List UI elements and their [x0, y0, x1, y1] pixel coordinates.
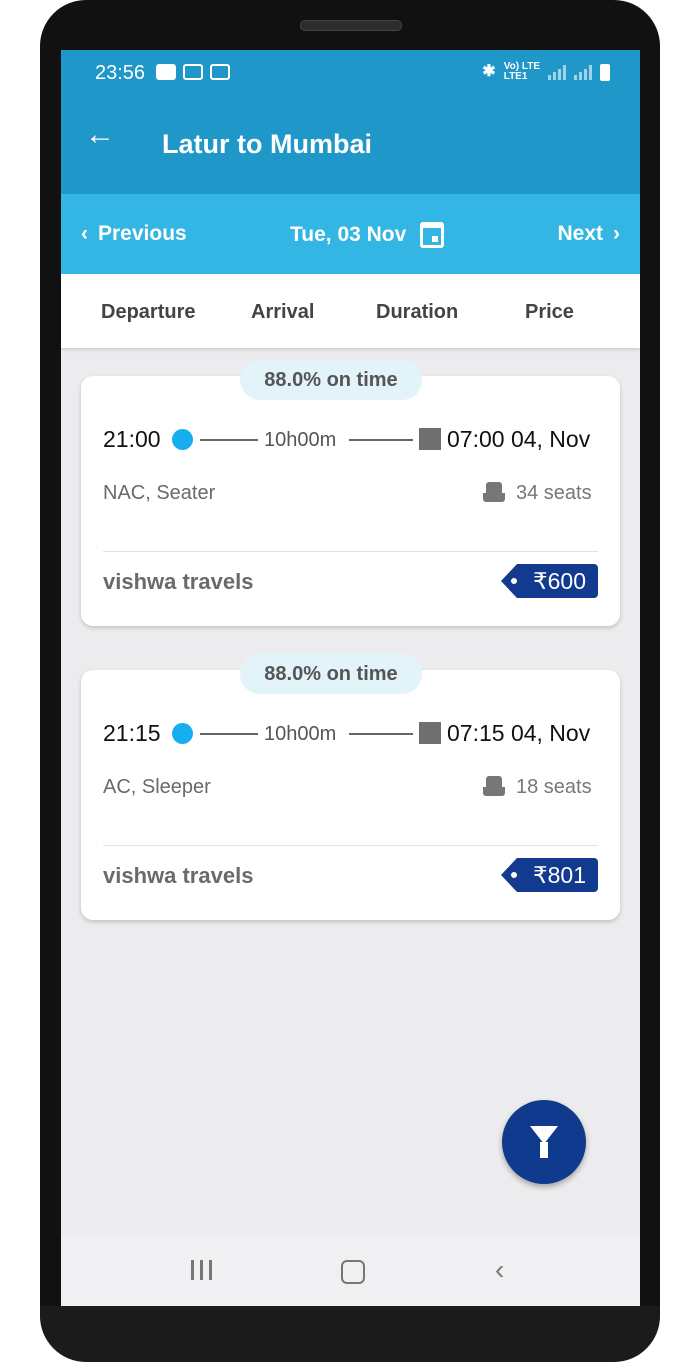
duration: 10h00m: [264, 429, 337, 451]
route-line: [349, 733, 413, 735]
status-right-icons: ✱ Vo) LTE LTE1: [482, 62, 610, 82]
arrival-square-icon: [419, 428, 441, 450]
divider: [103, 551, 598, 552]
operator-name: vishwa travels: [103, 569, 254, 594]
operator-name: vishwa travels: [103, 863, 254, 888]
route-line: [349, 439, 413, 441]
price-value: ₹801: [517, 858, 598, 892]
status-bar: 23:56 ✱ Vo) LTE LTE1: [61, 50, 640, 98]
sort-price[interactable]: Price: [525, 301, 574, 324]
next-label: Next: [557, 222, 603, 245]
departure-dot-icon: [172, 723, 193, 744]
price-tag: ₹801: [501, 858, 598, 892]
bus-type: AC, Sleeper: [103, 776, 211, 798]
home-icon[interactable]: [341, 1260, 365, 1284]
recents-icon[interactable]: [191, 1260, 212, 1280]
status-time: 23:56: [95, 62, 146, 84]
price-tag: ₹600: [501, 564, 598, 598]
battery-icon: [600, 63, 610, 81]
sort-duration[interactable]: Duration: [376, 301, 458, 324]
next-button[interactable]: Next ›: [557, 222, 620, 246]
seat-icon: [483, 776, 505, 796]
bus-type: NAC, Seater: [103, 482, 216, 504]
previous-label: Previous: [98, 222, 187, 245]
price-value: ₹600: [517, 564, 598, 598]
arrival-time: 07:00 04, Nov: [447, 426, 591, 452]
page-title: Latur to Mumbai: [162, 129, 372, 159]
sort-arrival[interactable]: Arrival: [251, 301, 314, 324]
calendar-icon: [420, 222, 445, 248]
seats-available: 18 seats: [516, 776, 592, 798]
price-tag-hole: [511, 578, 517, 584]
youtube-icon: [156, 64, 176, 80]
previous-button[interactable]: ‹ Previous: [81, 222, 187, 246]
volte-icon: Vo) LTE LTE1: [504, 62, 540, 82]
arrow-left-icon[interactable]: ←: [85, 120, 115, 150]
date-picker[interactable]: Tue, 03 Nov: [290, 222, 445, 248]
app-bar: ← Latur to Mumbai: [61, 98, 640, 194]
signal-icon-2: [574, 64, 592, 80]
departure-dot-icon: [172, 429, 193, 450]
phone-speaker: [300, 20, 402, 31]
filter-icon-stem: [540, 1142, 548, 1158]
back-icon[interactable]: ‹: [495, 1256, 504, 1284]
app-icon: [183, 64, 203, 80]
departure-time: 21:15: [103, 720, 161, 746]
route-line: [200, 733, 258, 735]
screen: 23:56 ✱ Vo) LTE LTE1 ← Latur to Mumbai ‹…: [61, 50, 640, 1306]
bluetooth-icon: ✱: [482, 63, 496, 80]
wifi-icon: [210, 64, 230, 80]
departure-time: 21:00: [103, 426, 161, 452]
arrival-time: 07:15 04, Nov: [447, 720, 591, 746]
on-time-badge: 88.0% on time: [240, 654, 422, 694]
date-label: Tue, 03 Nov: [290, 223, 407, 246]
signal-icon: [548, 64, 566, 80]
arrival-square-icon: [419, 722, 441, 744]
divider: [103, 845, 598, 846]
bus-card[interactable]: 21:00 10h00m 07:00 04, Nov NAC, Seater 3…: [81, 376, 620, 626]
seat-icon: [483, 482, 505, 502]
duration: 10h00m: [264, 723, 337, 745]
chevron-left-icon: ‹: [81, 222, 88, 245]
filter-button[interactable]: [502, 1100, 586, 1184]
chevron-right-icon: ›: [613, 222, 620, 245]
on-time-badge: 88.0% on time: [240, 360, 422, 400]
date-bar: ‹ Previous Tue, 03 Nov Next ›: [61, 194, 640, 274]
sort-bar: Departure Arrival Duration Price: [61, 274, 640, 348]
price-tag-hole: [511, 872, 517, 878]
phone-chin: [40, 1306, 660, 1362]
sort-departure[interactable]: Departure: [101, 301, 195, 324]
lte-text: LTE1: [503, 71, 528, 82]
bus-card[interactable]: 21:15 10h00m 07:15 04, Nov AC, Sleeper 1…: [81, 670, 620, 920]
status-left-icons: [156, 64, 230, 80]
seats-available: 34 seats: [516, 482, 592, 504]
route-line: [200, 439, 258, 441]
system-nav-bar: ‹: [61, 1236, 640, 1306]
